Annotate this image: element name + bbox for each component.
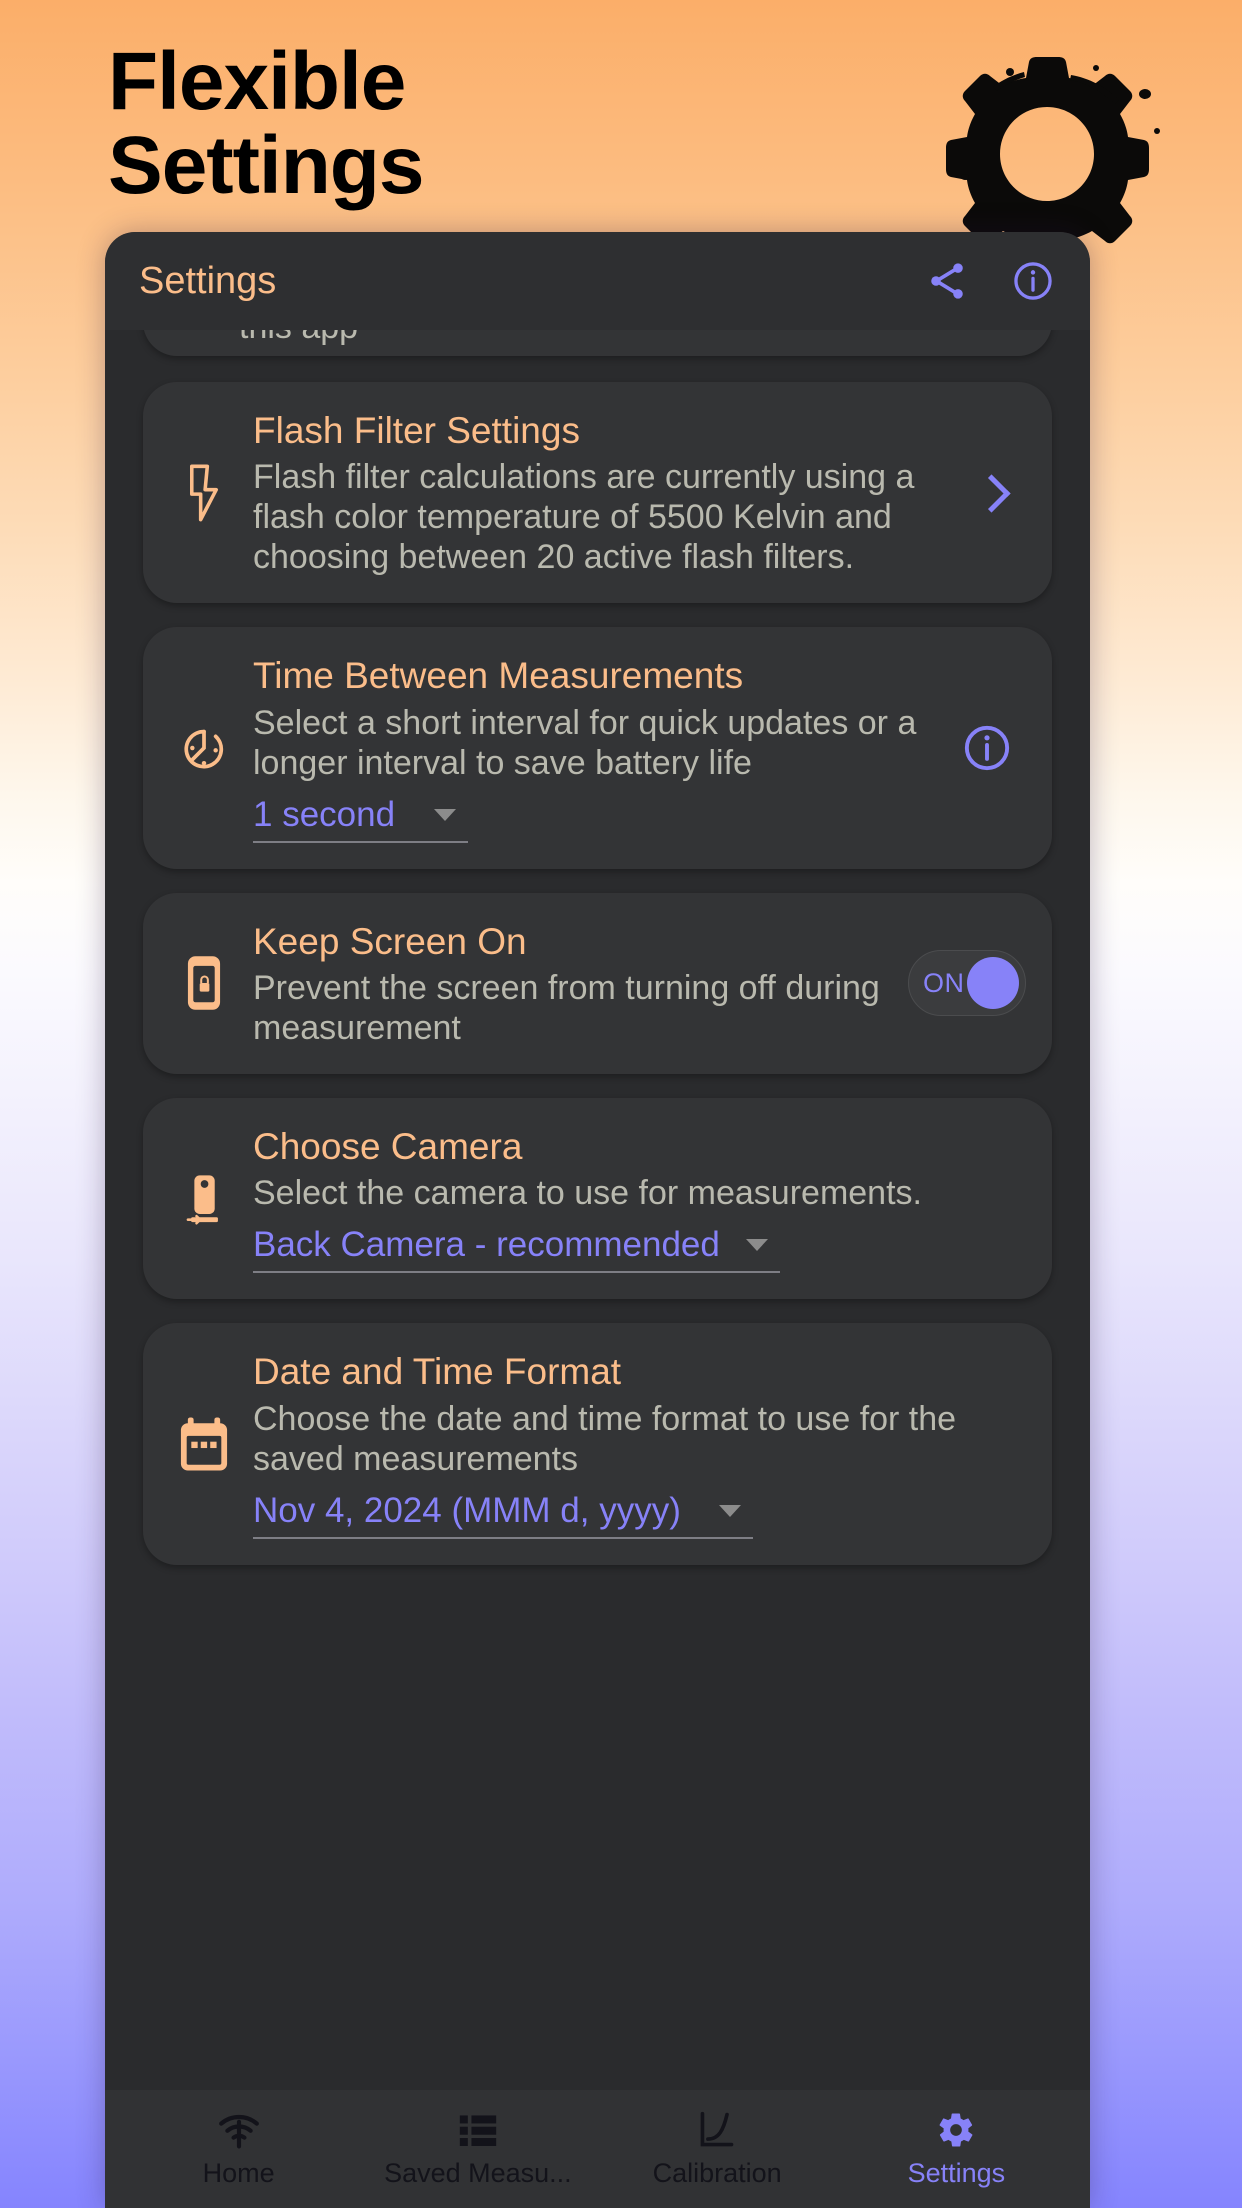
nav-label: Calibration xyxy=(652,2157,782,2188)
nav-item-saved-measurements[interactable]: Saved Measu... xyxy=(358,2110,597,2189)
list-item-flash-filter-settings[interactable]: Flash Filter Settings Flash filter calcu… xyxy=(143,382,1052,604)
bottom-navigation: Home Saved Measu... Calibration Settings xyxy=(105,2090,1090,2208)
app-bar: Settings xyxy=(105,232,1090,330)
card-title: Flash Filter Settings xyxy=(253,410,580,451)
page-title: Flexible Settings xyxy=(108,40,728,207)
nav-label: Saved Measu... xyxy=(384,2157,572,2188)
toggle-label: ON xyxy=(923,967,965,998)
info-circle-icon[interactable] xyxy=(1010,258,1056,304)
card-description: Prevent the screen from turning off duri… xyxy=(253,968,880,1048)
card-description: Choose the date and time format to use f… xyxy=(253,1399,957,1478)
nav-item-home[interactable]: Home xyxy=(119,2110,358,2189)
list-item-choose-camera[interactable]: Choose Camera Select the camera to use f… xyxy=(143,1098,1052,1300)
nav-label: Settings xyxy=(907,2157,1006,2188)
signal-meter-icon xyxy=(217,2110,261,2150)
app-bar-title: Settings xyxy=(139,259,277,302)
dropdown-value: Nov 4, 2024 (MMM d, yyyy) xyxy=(253,1490,681,1530)
list-icon xyxy=(456,2110,500,2150)
partial-card-text: this app xyxy=(239,330,358,350)
dropdown-value: 1 second xyxy=(253,794,396,834)
timer-icon xyxy=(165,718,243,778)
list-item-partial[interactable]: this app xyxy=(143,330,1052,356)
phone-lock-icon xyxy=(165,953,243,1013)
calendar-icon xyxy=(165,1414,243,1474)
keep-screen-on-toggle[interactable]: ON xyxy=(908,950,1026,1017)
dropdown-value: Back Camera - recommended xyxy=(253,1225,720,1265)
chevron-down-icon xyxy=(719,1504,741,1517)
info-circle-icon[interactable] xyxy=(948,722,1026,774)
flash-icon xyxy=(165,463,243,523)
share-icon[interactable] xyxy=(924,258,970,304)
toggle-thumb[interactable] xyxy=(967,957,1019,1010)
camera-dropdown[interactable]: Back Camera - recommended xyxy=(253,1225,780,1274)
chevron-right-icon[interactable] xyxy=(948,474,1026,512)
promo-title-line-1: Flexible xyxy=(108,36,406,127)
interval-dropdown[interactable]: 1 second xyxy=(253,795,468,843)
nav-item-calibration[interactable]: Calibration xyxy=(598,2110,837,2189)
settings-list[interactable]: this app Flash Filter Settings Flash fil… xyxy=(105,330,1090,2090)
promo-title-line-2: Settings xyxy=(108,119,424,211)
list-item-time-between-measurements[interactable]: Time Between Measurements Select a short… xyxy=(143,627,1052,869)
chevron-down-icon xyxy=(434,808,456,821)
card-description: Select a short interval for quick update… xyxy=(253,703,917,782)
line-chart-icon xyxy=(695,2110,739,2150)
card-title: Date and Time Format xyxy=(253,1351,622,1393)
card-description: Select the camera to use for measurement… xyxy=(253,1174,922,1213)
card-title: Choose Camera xyxy=(253,1126,523,1168)
card-description: Flash filter calculations are currently … xyxy=(253,458,915,577)
date-format-dropdown[interactable]: Nov 4, 2024 (MMM d, yyyy) xyxy=(253,1491,753,1539)
card-title: Time Between Measurements xyxy=(253,655,744,697)
camera-icon xyxy=(165,1169,243,1229)
chevron-down-icon xyxy=(745,1239,768,1252)
list-item-keep-screen-on[interactable]: Keep Screen On Prevent the screen from t… xyxy=(143,892,1052,1075)
nav-item-settings[interactable]: Settings xyxy=(837,2110,1076,2189)
list-item-date-and-time-format[interactable]: Date and Time Format Choose the date and… xyxy=(143,1323,1052,1565)
nav-label: Home xyxy=(202,2157,275,2188)
card-title: Keep Screen On xyxy=(253,920,527,962)
gear-icon xyxy=(934,2110,978,2150)
phone-frame: Settings th xyxy=(105,232,1090,2208)
